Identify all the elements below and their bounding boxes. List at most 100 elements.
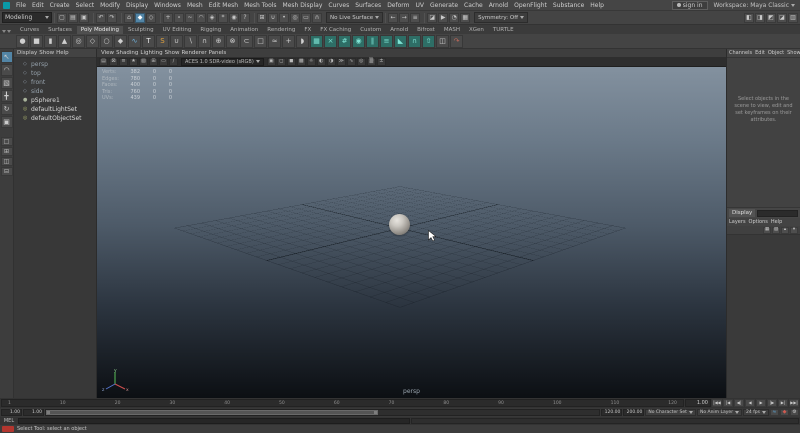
animation-start-field[interactable]: 1.00 (1, 409, 22, 416)
layer-search-input[interactable] (757, 210, 798, 217)
menu-set-selector[interactable]: Modeling (2, 12, 52, 23)
menu-item[interactable]: Mesh Display (280, 2, 326, 9)
append-polygon-icon[interactable]: + (282, 35, 295, 48)
new-layer-from-selected-icon[interactable]: ▧ (772, 227, 780, 234)
modeling-toolkit-icon[interactable]: ◧ (744, 13, 754, 23)
go-to-end-button[interactable]: ▶▶| (789, 399, 799, 407)
snap-grid-icon[interactable]: ⊞ (257, 13, 267, 23)
viewport-menu-item[interactable]: View (101, 50, 114, 56)
channel-box-icon[interactable]: ▥ (788, 13, 798, 23)
select-hierarchy-icon[interactable]: ⌂ (124, 13, 134, 23)
layer-menu-item[interactable]: Help (771, 219, 782, 225)
animation-preferences-button[interactable]: ⚙ (790, 409, 799, 416)
camera-attributes-icon[interactable]: ≡ (119, 58, 128, 66)
select-tool-icon[interactable]: ↖ (1, 51, 13, 63)
shelf-tab[interactable]: Rigging (196, 26, 225, 34)
use-all-lights-icon[interactable]: ☼ (307, 58, 316, 66)
input-connections-icon[interactable]: ← (388, 13, 398, 23)
connect-icon[interactable]: # (338, 35, 351, 48)
mirror-icon[interactable]: ◫ (436, 35, 449, 48)
menu-item[interactable]: Substance (550, 2, 587, 9)
menu-item[interactable]: Curves (325, 2, 352, 9)
layer-list[interactable] (727, 235, 800, 398)
command-input[interactable] (18, 418, 410, 424)
poly-type-icon[interactable]: T (142, 35, 155, 48)
outliner-item-psphere1[interactable]: ● pSphere1 (14, 96, 96, 105)
layout-persp-outliner-icon[interactable]: ◫ (1, 157, 13, 166)
boolean-difference-icon[interactable]: ∖ (184, 35, 197, 48)
boolean-intersect-icon[interactable]: ∩ (198, 35, 211, 48)
play-forwards-button[interactable]: ▶ (756, 399, 766, 407)
shelf-tab[interactable]: Bifrost (413, 26, 439, 34)
boolean-union-icon[interactable]: ∪ (170, 35, 183, 48)
viewport-canvas[interactable]: Verts: 382 0 0 Edges: 780 0 0 (97, 67, 726, 398)
outliner-item-top[interactable]: ◇ top (14, 69, 96, 78)
viewport-menu-item[interactable]: Show (165, 50, 180, 56)
menu-item[interactable]: Arnold (486, 2, 511, 9)
layer-menu-item[interactable]: Layers (729, 219, 746, 225)
outliner-item-defaultobjectset[interactable]: ◎ defaultObjectSet (14, 114, 96, 123)
outliner-item-defaultlightset[interactable]: ◎ defaultLightSet (14, 105, 96, 114)
shelf-tab[interactable]: Animation (226, 26, 262, 34)
mask-misc-icon[interactable]: ? (240, 13, 250, 23)
shelf-tab[interactable]: FX Caching (316, 26, 355, 34)
cached-playback-icon[interactable]: ≈ (770, 409, 779, 416)
layer-menu-item[interactable]: Options (749, 219, 768, 225)
sign-in-button[interactable]: sign in (672, 1, 708, 10)
shelf-tab[interactable]: Rendering (263, 26, 299, 34)
svg-tool-icon[interactable]: S (156, 35, 169, 48)
menu-item[interactable]: Generate (427, 2, 461, 9)
fps-selector[interactable]: 24 fps (743, 409, 769, 416)
x-ray-icon[interactable]: ▒ (367, 58, 376, 66)
shelf-tab[interactable]: FX (300, 26, 315, 34)
layout-single-pane-icon[interactable]: □ (1, 137, 13, 146)
menu-item[interactable]: OpenFlight (511, 2, 550, 9)
screen-space-ao-icon[interactable]: ◑ (327, 58, 336, 66)
viewport-menu-item[interactable]: Renderer (181, 50, 206, 56)
move-tool-icon[interactable]: ╋ (1, 90, 13, 102)
menu-item[interactable]: Select (73, 2, 98, 9)
shelf-tab[interactable]: Custom (356, 26, 385, 34)
channel-box-menu-item[interactable]: Show (787, 50, 800, 56)
command-language-label[interactable]: MEL (1, 418, 17, 424)
shelf-tab[interactable]: Sculpting (124, 26, 158, 34)
shelf-menu-icon[interactable] (2, 30, 11, 33)
menu-item[interactable]: UV (413, 2, 428, 9)
shelf-tab[interactable]: Surfaces (44, 26, 76, 34)
shelf-tab[interactable]: TURTLE (489, 26, 518, 34)
offset-edge-loop-icon[interactable]: ≡ (380, 35, 393, 48)
snap-curve-icon[interactable]: ∪ (268, 13, 278, 23)
lock-camera-icon[interactable]: ⊠ (109, 58, 118, 66)
animation-end-field[interactable]: 200.00 (623, 409, 644, 416)
extrude-icon[interactable]: ⇧ (422, 35, 435, 48)
redo-icon[interactable]: ↷ (107, 13, 117, 23)
error-indicator[interactable] (2, 426, 14, 432)
menu-item[interactable]: Cache (461, 2, 486, 9)
smooth-shade-icon[interactable]: ◼ (287, 58, 296, 66)
exposure-icon[interactable]: ± (377, 58, 386, 66)
lasso-tool-icon[interactable]: ◠ (1, 64, 13, 76)
motion-blur-icon[interactable]: ≫ (337, 58, 346, 66)
select-camera-icon[interactable]: ▤ (99, 58, 108, 66)
color-management-selector[interactable]: ACES 1.0 SDR-video (sRGB) (181, 58, 264, 66)
mask-dynamics-icon[interactable]: * (218, 13, 228, 23)
shelf-tab[interactable]: UV Editing (159, 26, 196, 34)
playback-end-field[interactable]: 120.00 (601, 409, 622, 416)
undo-icon[interactable]: ↶ (96, 13, 106, 23)
shelf-tab[interactable]: MASH (440, 26, 464, 34)
menu-item[interactable]: Mesh (184, 2, 206, 9)
target-weld-icon[interactable]: ◉ (352, 35, 365, 48)
layout-four-pane-icon[interactable]: ⊞ (1, 147, 13, 156)
grease-pencil-icon[interactable]: ∕ (169, 58, 178, 66)
depth-of-field-icon[interactable]: ◎ (357, 58, 366, 66)
insert-edge-loop-icon[interactable]: ∥ (366, 35, 379, 48)
scale-tool-icon[interactable]: ▣ (1, 116, 13, 128)
step-forward-frame-button[interactable]: |▶ (767, 399, 777, 407)
layer-move-up-icon[interactable]: ▴ (781, 227, 789, 234)
extract-icon[interactable]: ⊂ (240, 35, 253, 48)
menu-item[interactable]: File (13, 2, 29, 9)
save-scene-icon[interactable]: ▣ (79, 13, 89, 23)
range-end-handle[interactable] (374, 411, 377, 414)
mask-deformers-icon[interactable]: ◈ (207, 13, 217, 23)
mask-curves-icon[interactable]: ~ (185, 13, 195, 23)
